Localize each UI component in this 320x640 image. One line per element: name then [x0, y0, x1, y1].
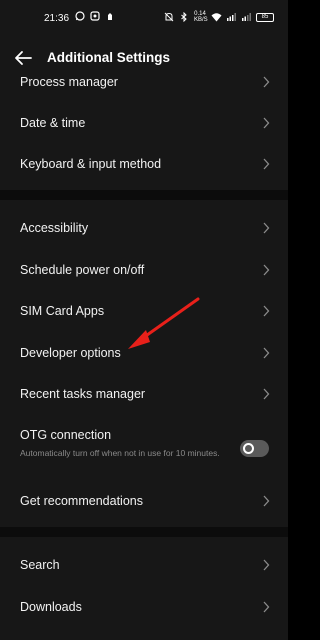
- chevron-right-icon: [263, 222, 270, 234]
- item-label: Process manager: [20, 75, 118, 89]
- item-label: Date & time: [20, 116, 86, 130]
- notification-icon: [105, 11, 115, 21]
- screen: 21:36 0.14 KB/S 85 Additional Settings P…: [0, 0, 288, 640]
- network-speed: 0.14 KB/S: [194, 11, 208, 23]
- signal-icon: [226, 12, 236, 22]
- status-bar: 21:36 0.14 KB/S 85: [0, 0, 288, 36]
- otg-title: OTG connection: [20, 428, 112, 442]
- settings-item-process-manager[interactable]: Process manager: [0, 62, 288, 102]
- item-label: Recent tasks manager: [20, 387, 146, 401]
- system-icons: 0.14 KB/S 85: [164, 11, 274, 23]
- settings-item-downloads[interactable]: Downloads: [0, 587, 288, 627]
- item-label: Search: [20, 558, 60, 572]
- settings-item-keyboard[interactable]: Keyboard & input method: [0, 144, 288, 184]
- settings-item-get-recommendations[interactable]: Get recommendations: [0, 481, 288, 521]
- signal-icon: [241, 12, 251, 22]
- status-time: 21:36: [44, 13, 70, 24]
- settings-item-developer-options[interactable]: Developer options: [0, 333, 288, 373]
- chevron-right-icon: [263, 347, 270, 359]
- item-label: Get recommendations: [20, 494, 143, 508]
- bluetooth-icon: [179, 11, 189, 23]
- notification-icons: [75, 11, 115, 21]
- item-label: Accessibility: [20, 221, 89, 235]
- app-icon: [90, 11, 100, 21]
- chevron-right-icon: [263, 264, 270, 276]
- settings-item-search[interactable]: Search: [0, 545, 288, 585]
- settings-item-recent-tasks[interactable]: Recent tasks manager: [0, 374, 288, 414]
- mute-icon: [164, 12, 174, 22]
- wifi-icon: [211, 12, 222, 22]
- settings-item-accessibility[interactable]: Accessibility: [0, 208, 288, 248]
- item-label: Downloads: [20, 600, 82, 614]
- otg-toggle[interactable]: [240, 440, 269, 457]
- chevron-right-icon: [263, 305, 270, 317]
- chevron-right-icon: [263, 388, 270, 400]
- settings-item-date-time[interactable]: Date & time: [0, 103, 288, 143]
- chevron-right-icon: [263, 158, 270, 170]
- whatsapp-icon: [75, 11, 85, 21]
- chevron-right-icon: [263, 117, 270, 129]
- chevron-right-icon: [263, 495, 270, 507]
- chevron-right-icon: [263, 76, 270, 88]
- item-label: SIM Card Apps: [20, 304, 105, 318]
- item-label: Keyboard & input method: [20, 157, 162, 171]
- chevron-right-icon: [263, 601, 270, 613]
- item-label: Schedule power on/off: [20, 263, 145, 277]
- item-label: Developer options: [20, 346, 121, 360]
- settings-item-schedule-power[interactable]: Schedule power on/off: [0, 250, 288, 290]
- section-divider: [0, 527, 288, 537]
- otg-description: Automatically turn off when not in use f…: [20, 448, 220, 458]
- section-divider: [0, 190, 288, 200]
- toggle-knob: [243, 443, 254, 454]
- chevron-right-icon: [263, 559, 270, 571]
- battery-indicator: 85: [256, 12, 274, 22]
- settings-item-sim-card-apps[interactable]: SIM Card Apps: [0, 291, 288, 331]
